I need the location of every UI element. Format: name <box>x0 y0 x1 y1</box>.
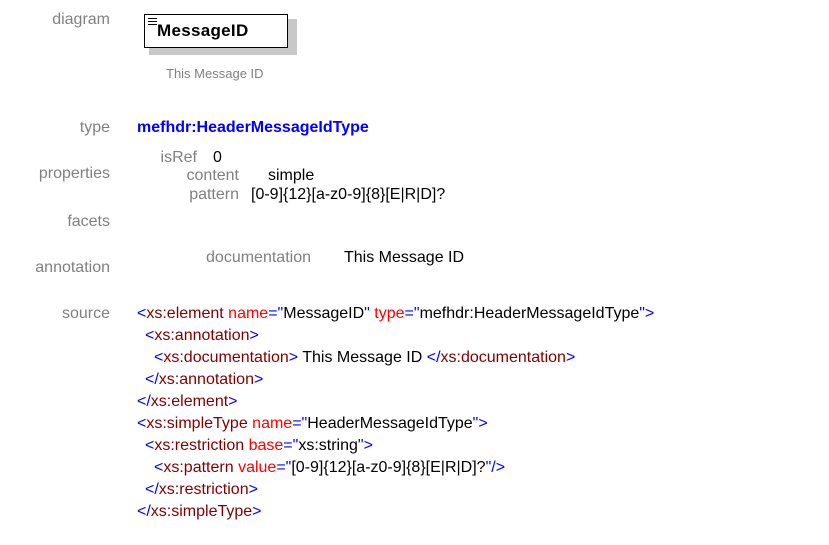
tag-bracket: > <box>248 481 258 498</box>
diagram-element-box[interactable]: MessageID <box>144 14 288 48</box>
tag-bracket: "> <box>472 415 488 432</box>
source-line-4: </xs:annotation> <box>145 371 263 389</box>
tag-name: xs:documentation <box>440 349 566 366</box>
attr-name: value <box>238 459 277 476</box>
tag-bracket: </ <box>137 503 151 520</box>
facets-label: facets <box>67 213 110 230</box>
attr-eq: =" <box>268 305 284 322</box>
tag-name: xs:annotation <box>158 371 254 388</box>
tag-bracket: </ <box>145 481 159 498</box>
source-line-1: <xs:element name="MessageID" type="mefhd… <box>137 305 654 323</box>
annotation-label: annotation <box>35 259 110 276</box>
tag-bracket: "> <box>357 437 373 454</box>
diagram-label: diagram <box>52 11 110 28</box>
documentation-key: documentation <box>206 249 311 266</box>
tag-name: xs:simpleType <box>150 503 253 520</box>
tag-bracket: < <box>154 349 164 366</box>
content-key: content <box>186 167 239 184</box>
isref-key: isRef <box>160 149 197 166</box>
tag-name: xs:restriction <box>154 437 245 454</box>
source-line-10: </xs:simpleType> <box>137 503 262 521</box>
tag-bracket: </ <box>137 393 151 410</box>
tag-bracket: > <box>288 349 299 366</box>
tag-name: xs:annotation <box>154 327 250 344</box>
attr-value: HeaderMessageIdType <box>307 415 473 432</box>
properties-label: properties <box>38 165 110 182</box>
source-label: source <box>61 305 110 322</box>
pattern-key: pattern <box>189 186 239 203</box>
tag-name: xs:documentation <box>163 349 289 366</box>
source-line-3: <xs:documentation> This Message ID </xs:… <box>154 349 575 367</box>
tag-name: xs:simpleType <box>146 415 248 432</box>
tag-bracket: > <box>565 349 576 366</box>
attr-eq: =" <box>404 305 420 322</box>
source-line-7: <xs:restriction base="xs:string"> <box>145 437 373 455</box>
element-diagram[interactable]: MessageID <box>144 14 297 55</box>
attr-value: xs:string <box>298 437 358 454</box>
tag-bracket: </ <box>145 371 159 388</box>
attr-name: type <box>374 305 405 322</box>
diagram-caption: This Message ID <box>166 66 264 81</box>
isref-value: 0 <box>213 149 222 166</box>
tag-bracket: </ <box>426 349 441 366</box>
tag-name: xs:restriction <box>158 481 249 498</box>
tag-bracket: < <box>145 437 155 454</box>
tag-bracket: "/> <box>485 459 506 476</box>
tag-bracket: > <box>249 327 259 344</box>
tag-name: xs:pattern <box>163 459 234 476</box>
source-line-5: </xs:element> <box>137 393 238 411</box>
content-value: simple <box>268 167 315 184</box>
tag-bracket: < <box>154 459 164 476</box>
attr-quote: " <box>364 305 370 322</box>
tag-bracket: < <box>137 305 147 322</box>
attr-eq: =" <box>276 459 292 476</box>
tag-bracket: > <box>252 503 262 520</box>
documentation-value: This Message ID <box>344 249 465 266</box>
source-line-9: </xs:restriction> <box>145 481 258 499</box>
tag-bracket: < <box>137 415 147 432</box>
element-doc-icon <box>148 18 157 27</box>
source-line-8: <xs:pattern value="[0-9]{12}[a-z0-9]{8}[… <box>154 459 505 477</box>
attr-name: name <box>228 305 269 322</box>
diagram-element-name: MessageID <box>157 21 249 40</box>
type-label: type <box>79 119 110 136</box>
pattern-value: [0-9]{12}[a-z0-9]{8}[E|R|D]? <box>251 186 446 203</box>
tag-name: xs:element <box>146 305 224 322</box>
attr-name: base <box>248 437 284 454</box>
type-link[interactable]: mefhdr:HeaderMessageIdType <box>137 119 369 137</box>
source-line-6: <xs:simpleType name="HeaderMessageIdType… <box>137 415 488 433</box>
attr-value: mefhdr:HeaderMessageIdType <box>419 305 640 322</box>
attr-name: name <box>252 415 293 432</box>
attr-eq: =" <box>283 437 299 454</box>
tag-name: xs:element <box>150 393 229 410</box>
tag-bracket: < <box>145 327 155 344</box>
tag-bracket: "> <box>639 305 655 322</box>
documentation-text: This Message ID <box>298 349 427 366</box>
attr-value: [0-9]{12}[a-z0-9]{8}[E|R|D]? <box>291 459 486 476</box>
attr-value: MessageID <box>283 305 365 322</box>
tag-bracket: > <box>228 393 238 410</box>
attr-eq: =" <box>292 415 308 432</box>
tag-bracket: > <box>253 371 264 388</box>
source-line-2: <xs:annotation> <box>145 327 259 345</box>
